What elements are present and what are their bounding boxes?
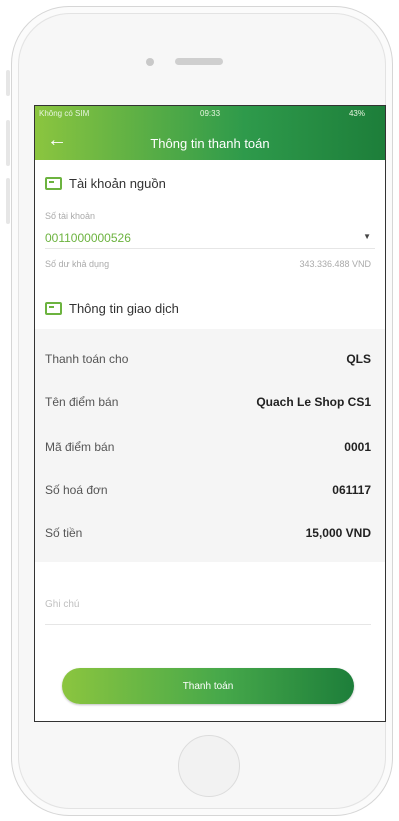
receipt-icon — [45, 302, 62, 315]
front-camera — [146, 58, 154, 66]
page-title: Thông tin thanh toán — [150, 136, 270, 151]
info-value: Quach Le Shop CS1 — [256, 395, 371, 409]
source-account-header: Tài khoản nguồn — [45, 176, 166, 191]
mute-switch — [6, 70, 10, 96]
speaker-grille — [175, 58, 223, 65]
info-row-store-code: Mã điểm bán 0001 — [45, 437, 371, 457]
info-label: Thanh toán cho — [45, 352, 129, 366]
chevron-down-icon[interactable]: ▼ — [363, 232, 371, 241]
account-number-value[interactable]: 0011000000526 — [45, 231, 131, 245]
app-screen: Không có SIM 09:33 43% ← Thông tin thanh… — [34, 105, 386, 722]
home-button[interactable] — [178, 735, 240, 797]
pay-button[interactable]: Thanh toán — [62, 668, 354, 704]
app-header: Không có SIM 09:33 43% ← Thông tin thanh… — [35, 106, 385, 160]
info-label: Số tiền — [45, 526, 83, 540]
transaction-info-title: Thông tin giao dịch — [69, 301, 179, 316]
battery-percent: 43% — [348, 109, 365, 118]
info-label: Số hoá đơn — [45, 483, 108, 497]
wallet-icon — [45, 177, 62, 190]
clock: 09:33 — [200, 109, 221, 118]
transaction-info-header: Thông tin giao dịch — [45, 301, 179, 316]
account-field-underline — [45, 248, 375, 249]
source-account-title: Tài khoản nguồn — [69, 176, 166, 191]
balance-label: Số dư khả dụng — [45, 259, 110, 269]
account-number-label: Số tài khoản — [45, 211, 96, 221]
info-label: Mã điểm bán — [45, 440, 115, 454]
transaction-info-block: Thanh toán cho QLS Tên điểm bán Quach Le… — [35, 329, 385, 562]
info-value: 0001 — [344, 440, 371, 454]
info-label: Tên điểm bán — [45, 395, 119, 409]
info-value: 15,000 VND — [305, 526, 371, 540]
info-row-amount: Số tiền 15,000 VND — [45, 523, 371, 543]
info-value: 061117 — [332, 483, 371, 497]
note-input[interactable]: Ghi chú — [45, 599, 79, 610]
balance-value: 343.336.488 VND — [299, 259, 371, 269]
info-value: QLS — [346, 352, 371, 366]
info-row-invoice: Số hoá đơn 061117 — [45, 480, 371, 500]
volume-down-button — [6, 178, 10, 224]
note-underline — [45, 624, 371, 625]
carrier-status: Không có SIM — [39, 109, 90, 118]
volume-up-button — [6, 120, 10, 166]
info-row-pay-to: Thanh toán cho QLS — [45, 349, 371, 369]
info-row-store-name: Tên điểm bán Quach Le Shop CS1 — [45, 392, 371, 412]
